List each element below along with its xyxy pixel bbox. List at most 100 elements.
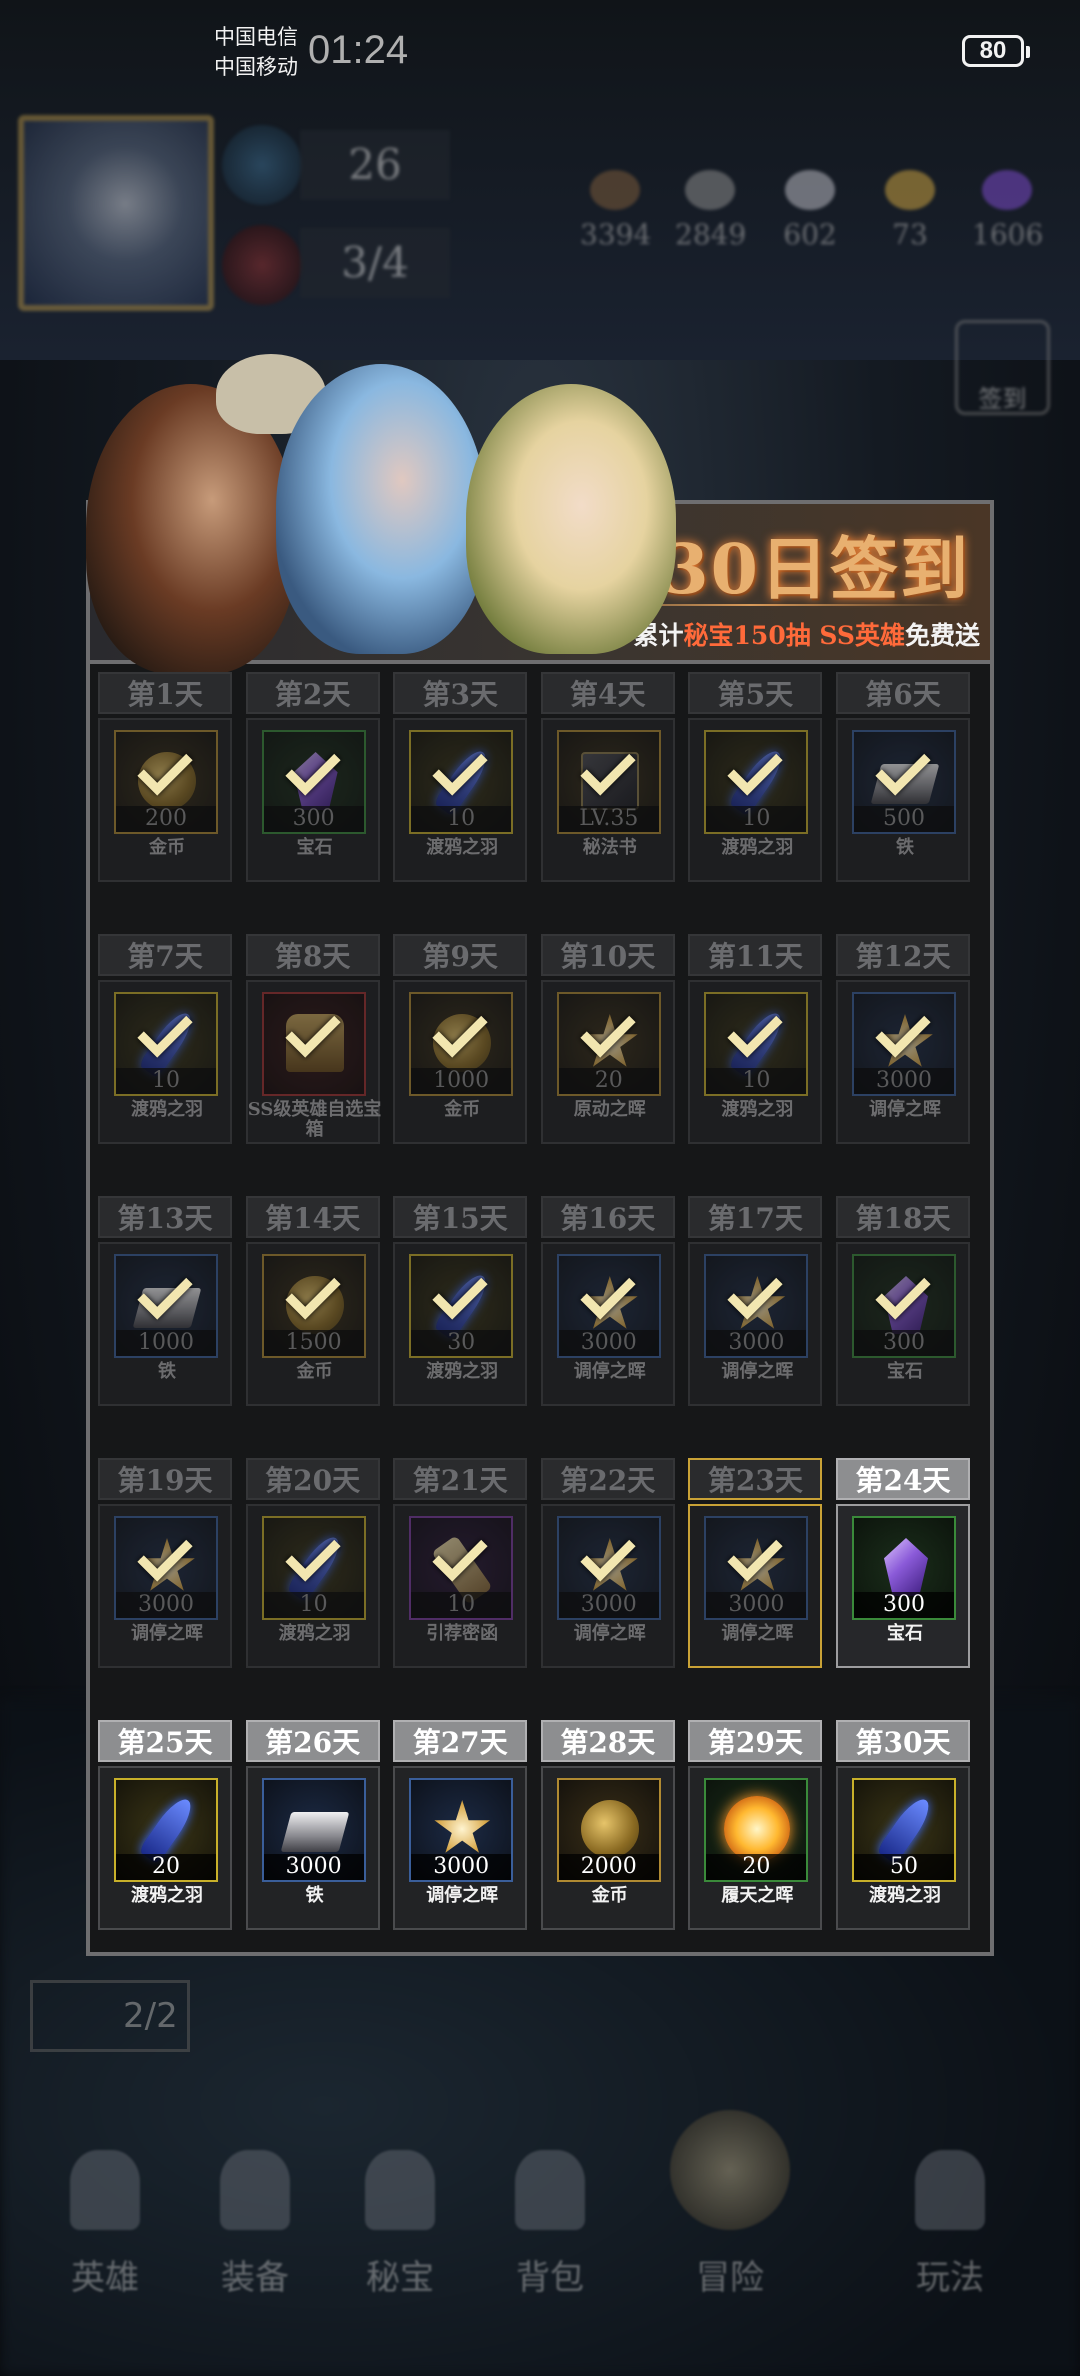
- nav-gameplay[interactable]: 玩法: [880, 2080, 1020, 2340]
- day-label: 第9天: [393, 934, 528, 976]
- reward-card: 10 渡鸦之羽: [98, 980, 232, 1144]
- nav-treasure[interactable]: 秘宝: [330, 2080, 470, 2340]
- item-quantity: 3000: [263, 1854, 364, 1880]
- reward-card: 200 金币: [98, 718, 232, 882]
- day-cell[interactable]: 第17天 3000 调停之晖: [688, 1196, 823, 1406]
- item-name: 宝石: [887, 1361, 923, 1382]
- item-name: 渡鸦之羽: [131, 1885, 203, 1906]
- day-cell[interactable]: 第6天 500 铁: [836, 672, 970, 882]
- day-cell[interactable]: 第27天 3000 调停之晖: [393, 1720, 528, 1930]
- nav-equipment[interactable]: 装备: [185, 2080, 325, 2340]
- day-cell[interactable]: 第29天 20 履天之晖: [688, 1720, 823, 1930]
- reward-card: 300 宝石: [836, 1242, 970, 1406]
- item-quantity: 1000: [116, 1330, 216, 1356]
- reward-card: 3000 调停之晖: [393, 1766, 528, 1930]
- gate-icon: [915, 2150, 985, 2230]
- item-name: 渡鸦之羽: [278, 1623, 351, 1644]
- item-name: SS级英雄自选宝箱: [247, 1099, 382, 1140]
- day-cell[interactable]: 第9天 1000 金币: [393, 934, 528, 1144]
- day-cell[interactable]: 第28天 2000 金币: [540, 1720, 675, 1930]
- item-quantity: 3000: [116, 1592, 216, 1618]
- nav-adventure-label: 冒险: [696, 2258, 764, 2298]
- day-cell[interactable]: 第7天 10 渡鸦之羽: [98, 934, 232, 1144]
- day-cell[interactable]: 第21天 10 引荐密函: [393, 1458, 528, 1668]
- player-avatar[interactable]: [18, 115, 214, 311]
- day-cell[interactable]: 第11天 10 渡鸦之羽: [688, 934, 823, 1144]
- nav-treasure-label: 秘宝: [366, 2258, 434, 2298]
- day-label: 第15天: [393, 1196, 528, 1238]
- day-label: 第11天: [688, 934, 823, 976]
- day-cell[interactable]: 第10天 20 原动之晖: [540, 934, 675, 1144]
- status-bar: 中国电信 中国移动 01:24 80: [0, 0, 1080, 110]
- item-frame: 300: [852, 1516, 956, 1620]
- day-cell[interactable]: 第22天 3000 调停之晖: [540, 1458, 675, 1668]
- day-cell[interactable]: 第16天 3000 调停之晖: [540, 1196, 675, 1406]
- day-cell[interactable]: 第8天 SS级英雄自选宝箱: [245, 934, 382, 1144]
- reward-card: 10 渡鸦之羽: [393, 718, 528, 882]
- day-cell[interactable]: 第23天 3000 调停之晖: [688, 1458, 823, 1668]
- day-cell[interactable]: 第3天 10 渡鸦之羽: [393, 672, 528, 882]
- heroes-artwork: [86, 344, 706, 674]
- reward-card: 10 渡鸦之羽: [688, 718, 823, 882]
- item-name: 调停之晖: [131, 1623, 203, 1644]
- reward-card: 20 原动之晖: [540, 980, 675, 1144]
- item-name: 原动之晖: [573, 1099, 646, 1120]
- day-cell[interactable]: 第20天 10 渡鸦之羽: [245, 1458, 380, 1668]
- day-cell[interactable]: 第26天 3000 铁: [245, 1720, 380, 1930]
- day-cell[interactable]: 第2天 300 宝石: [245, 672, 380, 882]
- item-name: 渡鸦之羽: [426, 1361, 499, 1382]
- nav-bag[interactable]: 背包: [480, 2080, 620, 2340]
- day-cell[interactable]: 第19天 3000 调停之晖: [98, 1458, 232, 1668]
- side-counter-badge[interactable]: 2/2: [30, 1980, 190, 2052]
- day-cell[interactable]: 第24天 300 宝石: [836, 1458, 970, 1668]
- item-name: 调停之晖: [721, 1361, 794, 1382]
- signin-shortcut-button[interactable]: 签到: [955, 320, 1050, 415]
- reward-card: SS级英雄自选宝箱: [245, 980, 382, 1144]
- reward-card: 500 铁: [836, 718, 970, 882]
- nav-heroes-label: 英雄: [71, 2258, 139, 2298]
- item-quantity: 200: [116, 806, 216, 832]
- day-cell[interactable]: 第5天 10 渡鸦之羽: [688, 672, 823, 882]
- day-cell[interactable]: 第25天 20 渡鸦之羽: [98, 1720, 232, 1930]
- battery-indicator: 80: [962, 35, 1030, 67]
- item-name: 金币: [591, 1885, 628, 1906]
- day-cell[interactable]: 第30天 50 渡鸦之羽: [836, 1720, 970, 1930]
- carrier-1: 中国电信: [214, 25, 298, 49]
- day-cell[interactable]: 第14天 1500 金币: [245, 1196, 380, 1406]
- stone-icon: [685, 170, 735, 210]
- hero-icon: [70, 2150, 140, 2230]
- item-name: 金币: [296, 1361, 333, 1382]
- day-cell[interactable]: 第18天 300 宝石: [836, 1196, 970, 1406]
- day-label: 第18天: [836, 1196, 970, 1238]
- wood-icon: [590, 170, 640, 210]
- level-icon: [222, 125, 302, 205]
- signin-title: 30日签到: [661, 530, 970, 610]
- nav-adventure[interactable]: 冒险: [660, 2080, 800, 2340]
- item-quantity: 3000: [411, 1854, 512, 1880]
- day-cell[interactable]: 第15天 30 渡鸦之羽: [393, 1196, 528, 1406]
- item-quantity: 3000: [558, 1592, 659, 1618]
- crossed-swords-icon: [670, 2110, 790, 2230]
- item-name: 调停之晖: [721, 1623, 794, 1644]
- day-label: 第12天: [836, 934, 970, 976]
- reward-card: 3000 调停之晖: [540, 1504, 675, 1668]
- day-cell[interactable]: 第1天 200 金币: [98, 672, 232, 882]
- reward-card: 30 渡鸦之羽: [393, 1242, 528, 1406]
- item-name: 渡鸦之羽: [869, 1885, 941, 1906]
- signin-dialog: 30日签到 累计秘宝150抽 SS英雄免费送 第1天 200 金币 第2天 300 宝石第…: [86, 354, 994, 1956]
- item-quantity: 3000: [854, 1068, 954, 1094]
- day-label: 第3天: [393, 672, 528, 714]
- item-frame: 2000: [556, 1778, 661, 1882]
- day-cell[interactable]: 第13天 1000 铁: [98, 1196, 232, 1406]
- reward-card: 1000 金币: [393, 980, 528, 1144]
- item-frame: 3000: [409, 1778, 514, 1882]
- reward-card: 50 渡鸦之羽: [836, 1766, 970, 1930]
- coin-icon: [885, 170, 935, 210]
- day-cell[interactable]: 第4天 LV.35 秘法书: [540, 672, 675, 882]
- day-cell[interactable]: 第12天 3000 调停之晖: [836, 934, 970, 1144]
- item-name: 渡鸦之羽: [131, 1099, 203, 1120]
- item-name: 金币: [444, 1099, 481, 1120]
- subtitle-highlight: 秘宝150抽 SS英雄: [683, 621, 905, 650]
- nav-heroes[interactable]: 英雄: [35, 2080, 175, 2340]
- day-label: 第30天: [836, 1720, 970, 1762]
